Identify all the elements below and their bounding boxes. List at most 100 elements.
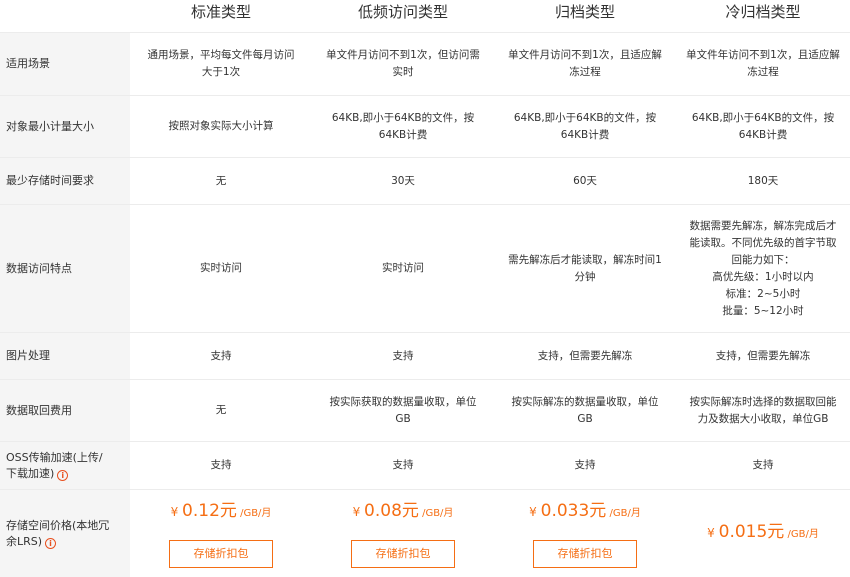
price-unit: /GB/月	[784, 529, 819, 540]
price-amount: 0.033元	[540, 501, 607, 521]
cell-text: 64KB计费	[378, 128, 428, 141]
currency-symbol: ¥	[529, 505, 541, 519]
cell-text: 支持	[210, 459, 232, 471]
row-label: 对象最小计量大小	[0, 96, 130, 157]
cell-text: 实时访问	[382, 262, 424, 274]
cell-text: 批量：5~12小时	[722, 304, 804, 317]
table-cell-infrequent-access: 支持	[312, 333, 494, 379]
price-amount: 0.08元	[364, 501, 419, 521]
cell-text: 实时访问	[200, 262, 242, 274]
cell-text: 按实际获取的数据量收取，单位	[329, 395, 477, 408]
row-label-text: 数据访问特点	[6, 261, 72, 275]
price-amount: 0.12元	[182, 501, 237, 521]
storage-discount-package-button[interactable]: 存储折扣包	[351, 540, 455, 568]
table-cell-infrequent-access: 支持	[312, 442, 494, 489]
table-cell-archive: 64KB,即小于64KB的文件，按 64KB计费	[494, 96, 676, 157]
cell-text: 支持，但需要先解冻	[715, 349, 811, 362]
table-row: 适用场景 通用场景，平均每文件每月访问 大于1次 单文件月访问不到1次，但访问需 实时单…	[0, 32, 850, 95]
cell-text: 64KB,即小于64KB的文件，按	[513, 111, 657, 124]
cell-text: 冻过程	[747, 66, 779, 78]
table-row: 数据访问特点 实时访问 实时访问 需先解冻后才能读取，解冻时间1 分钟 数据需要先解冻，解…	[0, 204, 850, 332]
info-circle-icon[interactable]: i	[45, 537, 57, 549]
row-label-line: OSS传输加速(上传/	[6, 450, 103, 464]
storage-discount-package-button[interactable]: 存储折扣包	[533, 540, 637, 568]
cell-text: 按实际解冻的数据量收取，单位	[511, 395, 659, 408]
cell-text: 回能力如下：	[731, 253, 795, 266]
price-unit: /GB/月	[236, 508, 272, 519]
cell-text: 冻过程	[569, 66, 601, 78]
cell-text: 180天	[747, 174, 779, 187]
table-cell-cold-archive: 按实际解冻时选择的数据取回能 力及数据大小收取，单位GB	[676, 380, 850, 441]
table-cell-standard: 无	[130, 380, 312, 441]
info-circle-icon[interactable]: i	[57, 469, 69, 481]
cell-text: 30天	[391, 174, 415, 187]
cell-text: 数据需要先解冻，解冻完成后才	[689, 219, 837, 232]
storage-price: ¥ 0.08元 /GB/月	[353, 503, 454, 522]
row-label: 最少存储时间要求	[0, 158, 130, 204]
price-cell-standard: ¥ 0.12元 /GB/月存储折扣包	[130, 490, 312, 577]
table-cell-cold-archive: 支持，但需要先解冻	[676, 333, 850, 379]
cell-text: 力及数据大小收取，单位GB	[697, 412, 829, 425]
column-header-archive: 归档类型	[554, 3, 615, 21]
table-cell-infrequent-access: 按实际获取的数据量收取，单位 GB	[312, 380, 494, 441]
cell-text: 支持	[574, 459, 596, 471]
cell-text: 单文件月访问不到1次，但访问需	[326, 49, 480, 61]
table-cell-cold-archive: 单文件年访问不到1次，且适应解 冻过程	[676, 33, 850, 95]
cell-text: 按照对象实际大小计算	[168, 120, 274, 132]
row-label-text: 数据取回费用	[6, 403, 72, 417]
table-cell-infrequent-access: 单文件月访问不到1次，但访问需 实时	[312, 33, 494, 95]
cell-text: GB	[577, 412, 593, 425]
row-label-text: 最少存储时间要求	[6, 174, 94, 187]
row-label-line: 存储空间价格(本地冗	[6, 518, 110, 532]
table-cell-cold-archive: 64KB,即小于64KB的文件，按 64KB计费	[676, 96, 850, 157]
table-row: 图片处理 支持 支持 支持，但需要先解冻 支持，但需要先解冻	[0, 332, 850, 379]
table-cell-standard: 无	[130, 158, 312, 204]
cell-text: 单文件月访问不到1次，且适应解	[508, 49, 662, 61]
table-cell-standard: 支持	[130, 333, 312, 379]
column-header-cold-archive: 冷归档类型	[725, 3, 801, 21]
table-row: OSS传输加速(上传/下载加速) i 支持 支持 支持 支持	[0, 441, 850, 489]
table-header: 标准类型 低频访问类型 归档类型 冷归档类型	[0, 0, 850, 32]
price-amount: 0.015元	[718, 522, 785, 542]
cell-text: 64KB,即小于64KB的文件，按	[691, 111, 835, 124]
storage-price: ¥ 0.12元 /GB/月	[171, 503, 272, 522]
cell-text: 标准：2~5小时	[725, 287, 801, 300]
storage-discount-package-button[interactable]: 存储折扣包	[169, 540, 273, 568]
table-cell-infrequent-access: 64KB,即小于64KB的文件，按 64KB计费	[312, 96, 494, 157]
cell-text: 分钟	[574, 270, 596, 283]
table-cell-archive: 需先解冻后才能读取，解冻时间1 分钟	[494, 205, 676, 332]
cell-text: 无	[215, 404, 227, 416]
cell-text: 支持	[392, 459, 414, 471]
row-label: 数据访问特点	[0, 205, 130, 332]
table-cell-standard: 通用场景，平均每文件每月访问 大于1次	[130, 33, 312, 95]
table-row: 对象最小计量大小 按照对象实际大小计算 64KB,即小于64KB的文件，按 64KB计…	[0, 95, 850, 157]
row-label: 数据取回费用	[0, 380, 130, 441]
row-label-line: 余LRS) i	[6, 534, 109, 550]
cell-text: 64KB计费	[560, 128, 610, 141]
cell-text: 能读取。不同优先级的首字节取	[689, 236, 837, 249]
currency-symbol: ¥	[352, 505, 365, 519]
cell-text: 60天	[573, 174, 597, 187]
cell-text: 通用场景，平均每文件每月访问	[147, 49, 295, 61]
cell-text: 大于1次	[201, 66, 241, 78]
cell-text: 64KB计费	[738, 128, 788, 141]
cell-text: 支持	[752, 459, 774, 471]
row-label-text: OSS传输加速(上传/下载加速) i	[6, 450, 103, 482]
table-cell-archive: 支持	[494, 442, 676, 489]
storage-type-comparison-table: 标准类型 低频访问类型 归档类型 冷归档类型 适用场景 通用场景，平均每文件每月访…	[0, 0, 850, 577]
table-row: 最少存储时间要求 无 30天 60天 180天	[0, 157, 850, 204]
row-label: 存储空间价格(本地冗 余LRS) i	[0, 490, 130, 577]
price-unit: /GB/月	[606, 508, 641, 519]
row-label-line: 下载加速) i	[6, 466, 103, 482]
row-label-text: 对象最小计量大小	[6, 119, 94, 133]
cell-text: 支持	[392, 349, 414, 362]
table-cell-infrequent-access: 30天	[312, 158, 494, 204]
column-header-standard: 标准类型	[190, 3, 251, 21]
currency-symbol: ¥	[170, 505, 183, 519]
cell-text: 实时	[392, 66, 414, 78]
cell-text: 64KB,即小于64KB的文件，按	[331, 111, 475, 124]
price-unit: /GB/月	[418, 508, 454, 519]
table-cell-standard: 实时访问	[130, 205, 312, 332]
table-cell-infrequent-access: 实时访问	[312, 205, 494, 332]
cell-text: 单文件年访问不到1次，且适应解	[686, 49, 840, 61]
